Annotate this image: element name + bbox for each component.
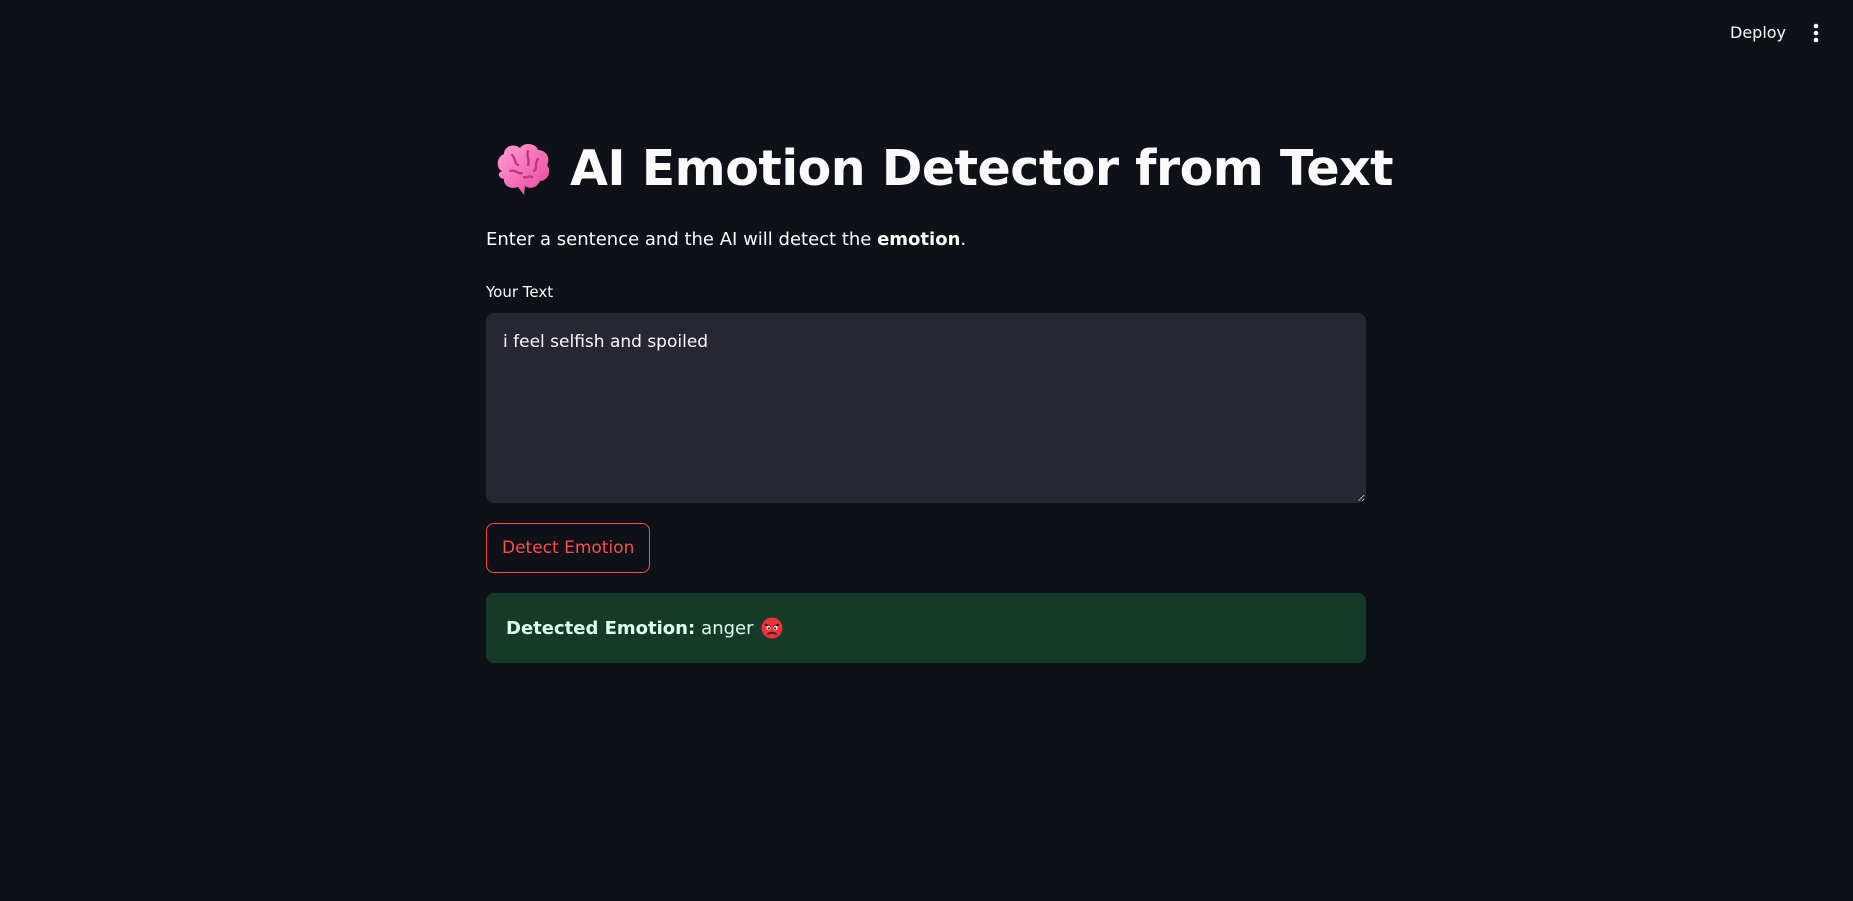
header-toolbar: Deploy [0,0,1853,66]
result-value: anger [701,617,754,639]
description-emphasis: emotion [877,229,961,250]
text-input[interactable] [486,313,1366,503]
brain-icon [497,143,550,195]
title-row: AI Emotion Detector from Text [494,140,1394,197]
angry-face-icon [761,617,783,639]
main-menu-button[interactable] [1802,18,1830,48]
result-label: Detected Emotion: [506,617,696,639]
page-title: AI Emotion Detector from Text [570,140,1394,197]
text-input-label: Your Text [486,283,554,301]
description-text: Enter a sentence and the AI will detect … [486,229,878,250]
detect-emotion-button[interactable]: Detect Emotion [486,523,651,573]
more-vertical-icon [1813,23,1819,43]
page-description: Enter a sentence and the AI will detect … [486,229,966,250]
result-alert: Detected Emotion: anger [486,593,1366,663]
deploy-button[interactable]: Deploy [1718,18,1798,48]
description-end: . [960,229,967,250]
